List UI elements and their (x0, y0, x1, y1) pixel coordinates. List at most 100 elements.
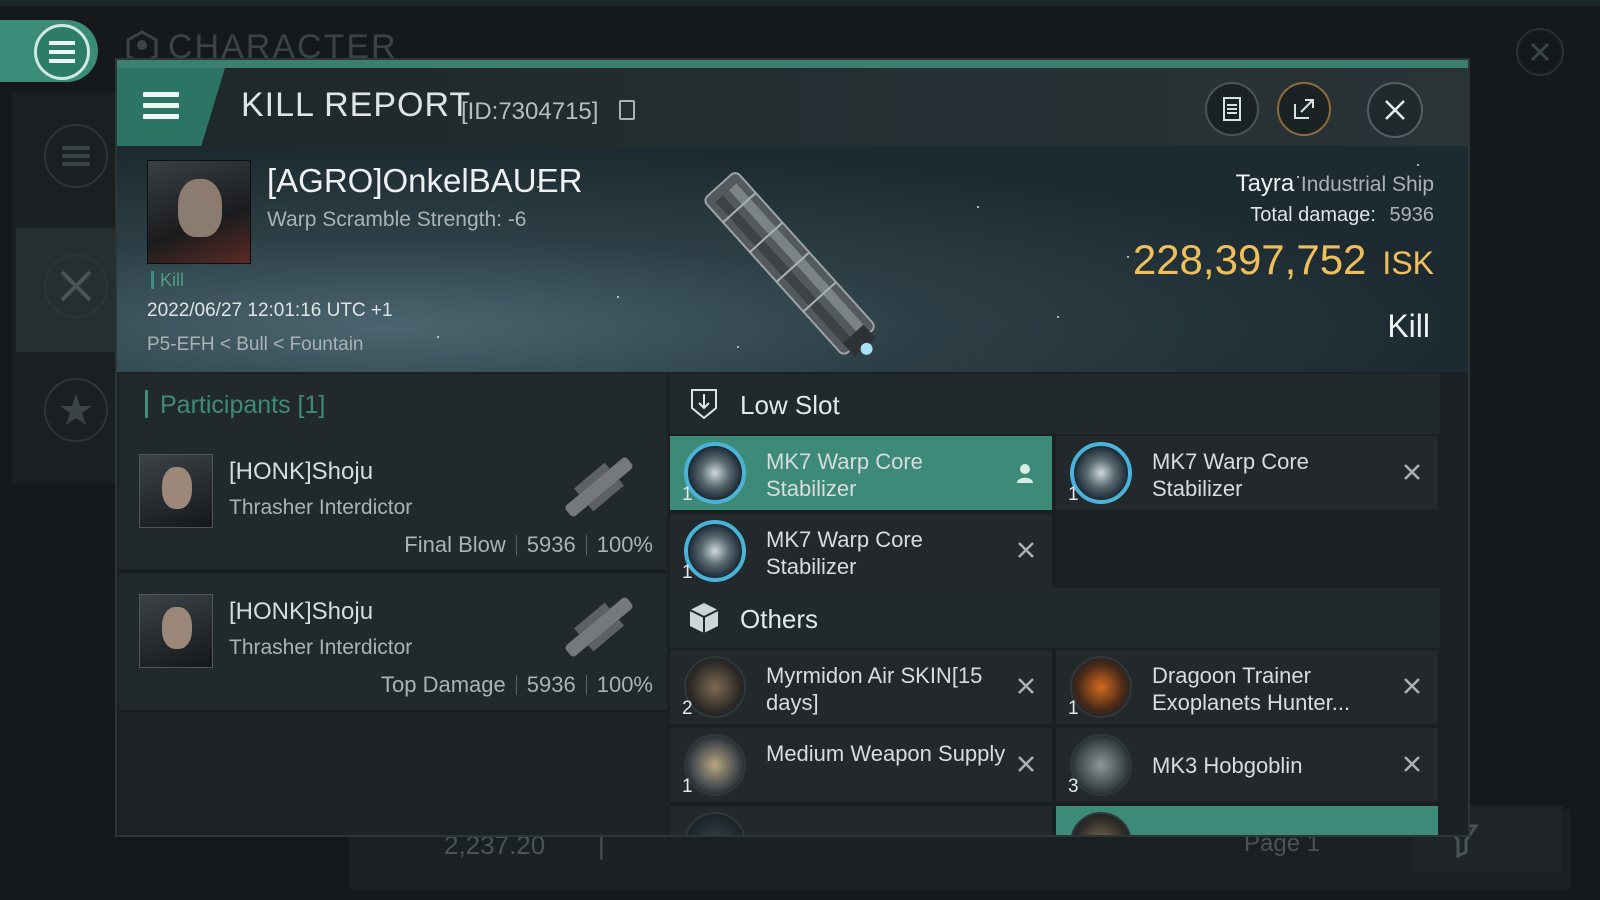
item-quantity: 3 (1068, 776, 1079, 797)
report-button[interactable] (1205, 82, 1259, 136)
participant-stats: Top Damage 5936 100% (381, 672, 653, 698)
share-icon (1294, 99, 1314, 119)
participant-row[interactable]: [HONK]Shoju Thrasher Interdictor Top Dam… (119, 574, 667, 712)
victim-ship-image[interactable] (657, 146, 917, 372)
menu-icon (143, 92, 179, 120)
person-icon (1014, 462, 1036, 490)
victim-name[interactable]: [AGRO]OnkelBAUER (267, 162, 582, 200)
participant-row[interactable]: [HONK]Shoju Thrasher Interdictor Final B… (119, 434, 667, 572)
participant-name[interactable]: [HONK]Shoju (229, 598, 373, 626)
participant-ship-image (565, 597, 633, 657)
item-name: MK7 Warp Core Stabilizer (1152, 449, 1309, 501)
participant-percent: 100% (596, 672, 653, 697)
item-row[interactable] (1056, 806, 1438, 835)
ship-class: Industrial Ship (1300, 173, 1434, 196)
section-label: Low Slot (740, 390, 840, 420)
total-damage-label: Total damage: (1250, 204, 1376, 226)
window-accent-bar (117, 60, 1468, 68)
item-row[interactable]: 1 Dragoon Trainer Exoplanets Hunter... (1056, 650, 1438, 724)
background-close-button[interactable] (1516, 28, 1564, 76)
skin-icon (1070, 656, 1132, 718)
isk-amount: 228,397,752 (1132, 236, 1367, 283)
skin-icon (684, 656, 746, 718)
victim-ship: Tayra Industrial Ship (1236, 170, 1434, 198)
window-header: KILL REPORT [ID:7304715] (117, 68, 1468, 146)
victim-subtitle: Warp Scramble Strength: -6 (267, 208, 527, 231)
window-title: KILL REPORT (241, 86, 472, 124)
clipboard-icon (1223, 97, 1241, 121)
item-quantity: 1 (1068, 484, 1079, 505)
close-icon (1530, 42, 1550, 62)
warp-core-stabilizer-icon (684, 520, 746, 582)
x-icon (1402, 676, 1422, 702)
main-menu-button[interactable] (0, 20, 98, 82)
victim-avatar[interactable] (147, 160, 251, 264)
isk-value: 228,397,752 ISK (1133, 236, 1434, 284)
participants-title: Participants [1] (145, 390, 325, 420)
item-row[interactable]: 2 Myrmidon Air SKIN[15 days] (670, 650, 1052, 724)
low-slot-icon (691, 389, 717, 420)
section-others: Others (670, 588, 1440, 648)
kill-location[interactable]: P5-EFH < Bull < Fountain (147, 334, 364, 356)
participant-avatar[interactable] (139, 454, 213, 528)
item-row[interactable]: 1 Medium Weapon Supply (670, 728, 1052, 802)
section-label: Others (740, 604, 819, 634)
item-quantity: 1 (682, 776, 693, 797)
item-row[interactable]: 1 MK7 Warp Core Stabilizer (1056, 436, 1438, 510)
warp-core-stabilizer-icon (684, 442, 746, 504)
item-name: Dragoon Trainer Exoplanets Hunter... (1152, 663, 1351, 715)
menu-icon (34, 24, 90, 80)
kill-report-window: KILL REPORT [ID:7304715] [AGRO]OnkelBAUE… (115, 58, 1470, 837)
item-row[interactable]: 3 MK3 Hobgoblin (1056, 728, 1438, 802)
item-quantity: 1 (682, 562, 693, 583)
participant-damage: 5936 (526, 672, 576, 697)
skin-icon (1070, 812, 1132, 835)
crossed-swords-icon[interactable] (44, 254, 108, 318)
item-icon (684, 812, 746, 835)
item-quantity: 1 (1068, 698, 1079, 719)
item-row[interactable] (670, 806, 1052, 835)
warp-core-stabilizer-icon (1070, 442, 1132, 504)
ship-name[interactable]: Tayra (1236, 170, 1295, 197)
participant-ship: Thrasher Interdictor (229, 636, 413, 659)
star-icon[interactable] (44, 378, 108, 442)
share-button[interactable] (1277, 82, 1331, 136)
report-menu-button[interactable] (117, 68, 225, 146)
kill-result: Kill (1387, 308, 1430, 344)
participant-role: Final Blow (404, 532, 506, 557)
list-icon[interactable] (44, 124, 108, 188)
section-low-slot: Low Slot (670, 374, 1440, 434)
item-name: MK7 Warp Core Stabilizer (766, 449, 923, 501)
x-icon (1016, 676, 1036, 702)
participant-stats: Final Blow 5936 100% (404, 532, 653, 558)
item-quantity: 2 (682, 698, 693, 719)
item-row[interactable]: 1 MK7 Warp Core Stabilizer (670, 514, 1052, 588)
close-button[interactable] (1367, 82, 1423, 138)
item-row[interactable]: 1 MK7 Warp Core Stabilizer (670, 436, 1052, 510)
item-name: Medium Weapon Supply (766, 741, 1006, 766)
cube-icon (689, 603, 719, 633)
item-name: Myrmidon Air SKIN[15 days] (766, 663, 983, 715)
total-damage-value: 5936 (1389, 204, 1435, 226)
participants-header: Participants [1] (119, 374, 667, 434)
items-panel: Low Slot 1 MK7 Warp Core Stabilizer 1 MK… (670, 374, 1440, 835)
kill-tag: Kill (151, 270, 184, 291)
participant-avatar[interactable] (139, 594, 213, 668)
kill-datetime: 2022/06/27 12:01:16 UTC +1 (147, 300, 393, 321)
item-name: MK7 Warp Core Stabilizer (766, 527, 923, 579)
participant-name[interactable]: [HONK]Shoju (229, 458, 373, 486)
participant-ship: Thrasher Interdictor (229, 496, 413, 519)
participant-percent: 100% (596, 532, 653, 557)
x-icon (1016, 540, 1036, 566)
supply-crate-icon (684, 734, 746, 796)
close-icon (1385, 100, 1405, 120)
item-quantity: 1 (682, 484, 693, 505)
isk-unit: ISK (1382, 245, 1434, 281)
drone-icon (1070, 734, 1132, 796)
report-id: [ID:7304715] (461, 98, 599, 125)
copy-id-icon[interactable] (619, 100, 635, 120)
x-icon (1402, 462, 1422, 488)
participant-ship-image (565, 457, 633, 517)
x-icon (1016, 754, 1036, 780)
item-name: MK3 Hobgoblin (1152, 753, 1303, 778)
